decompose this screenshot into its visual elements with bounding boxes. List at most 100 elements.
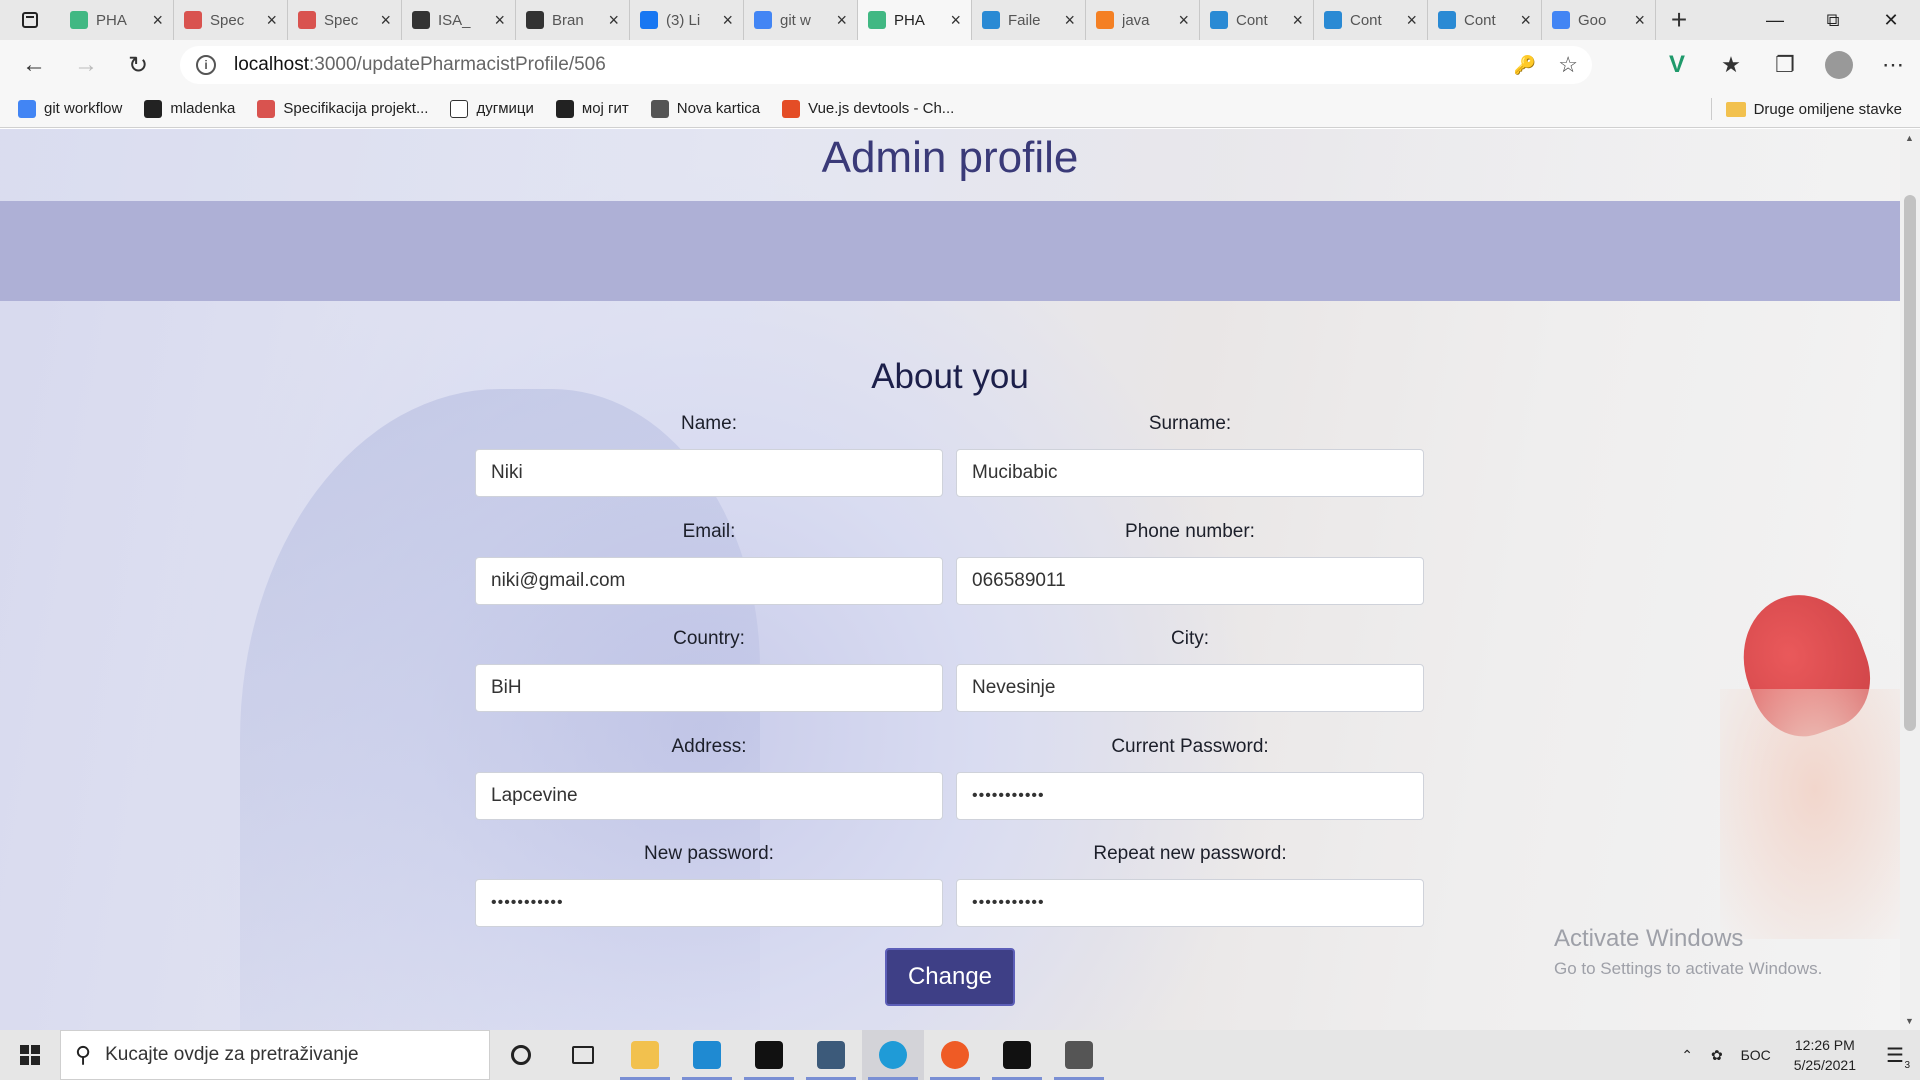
git-icon[interactable] xyxy=(1048,1030,1110,1080)
mysql-workbench-icon[interactable] xyxy=(800,1030,862,1080)
tab-actions-menu-icon[interactable] xyxy=(0,0,60,40)
browser-tab[interactable]: git w × xyxy=(744,0,858,40)
refresh-icon[interactable]: ↻ xyxy=(112,40,164,90)
browser-tab[interactable]: Bran × xyxy=(516,0,630,40)
close-window-icon[interactable]: ✕ xyxy=(1862,0,1920,40)
close-tab-icon[interactable]: × xyxy=(722,10,733,31)
new-tab-button[interactable]: + xyxy=(1656,0,1702,40)
settings-more-icon[interactable]: ⋯ xyxy=(1866,40,1920,90)
close-tab-icon[interactable]: × xyxy=(608,10,619,31)
close-tab-icon[interactable]: × xyxy=(1064,10,1075,31)
bookmark-item[interactable]: git workflow xyxy=(18,99,122,118)
bookmark-item[interactable]: дугмици xyxy=(450,99,534,118)
surname-label: Surname: xyxy=(1148,413,1232,434)
browser-tab[interactable]: Cont × xyxy=(1314,0,1428,40)
minimize-icon[interactable]: — xyxy=(1746,0,1804,40)
add-favorite-icon[interactable]: ☆ xyxy=(1558,52,1578,78)
bookmark-label: mladenka xyxy=(170,100,236,117)
notifications-icon[interactable]: ☰ 3 xyxy=(1870,1030,1920,1080)
language-indicator[interactable]: БОС xyxy=(1732,1047,1780,1063)
bookmark-label: дугмици xyxy=(476,100,534,117)
vue-devtools-icon[interactable]: V xyxy=(1650,40,1704,90)
close-tab-icon[interactable]: × xyxy=(1292,10,1303,31)
page-viewport: Admin profile About you Name: Surname: N… xyxy=(0,129,1900,1030)
terminal-icon[interactable] xyxy=(986,1030,1048,1080)
file-explorer-icon[interactable] xyxy=(614,1030,676,1080)
change-button[interactable]: Change xyxy=(885,948,1015,1006)
country-input[interactable]: BiH xyxy=(475,664,943,712)
bookmark-item[interactable]: Vue.js devtools - Ch... xyxy=(782,99,954,118)
close-tab-icon[interactable]: × xyxy=(152,10,163,31)
key-icon[interactable]: 🔑 xyxy=(1514,55,1536,76)
close-tab-icon[interactable]: × xyxy=(1178,10,1189,31)
favorites-icon[interactable]: ★ xyxy=(1704,40,1758,90)
address-input[interactable]: Lapcevine xyxy=(475,772,943,820)
vscode-icon[interactable] xyxy=(676,1030,738,1080)
scroll-thumb[interactable] xyxy=(1904,195,1916,731)
browser-tab[interactable]: (3) Li × xyxy=(630,0,744,40)
show-hidden-icons[interactable]: ⌃ xyxy=(1672,1047,1702,1064)
close-tab-icon[interactable]: × xyxy=(836,10,847,31)
browser-tab[interactable]: Cont × xyxy=(1200,0,1314,40)
forward-icon[interactable]: → xyxy=(60,40,112,90)
current-password-label: Current Password: xyxy=(1111,736,1269,757)
close-tab-icon[interactable]: × xyxy=(1406,10,1417,31)
browser-tab[interactable]: Faile × xyxy=(972,0,1086,40)
task-view-icon[interactable] xyxy=(552,1030,614,1080)
browser-tab[interactable]: Goo × xyxy=(1542,0,1656,40)
cortana-icon[interactable] xyxy=(490,1030,552,1080)
taskbar-search[interactable]: ⚲ Kucajte ovdje za pretraživanje xyxy=(60,1030,490,1080)
window-controls: — ⧉ ✕ xyxy=(1746,0,1920,40)
newtab-icon xyxy=(650,99,669,118)
browser-tab[interactable]: PHA × xyxy=(60,0,174,40)
browser-tab[interactable]: Cont × xyxy=(1428,0,1542,40)
pdf-icon xyxy=(257,99,276,118)
start-button[interactable] xyxy=(0,1030,60,1080)
email-input[interactable]: niki@gmail.com xyxy=(475,557,943,605)
close-tab-icon[interactable]: × xyxy=(1634,10,1645,31)
scroll-down-icon[interactable]: ▼ xyxy=(1905,1016,1914,1026)
terminal-icon-glyph xyxy=(1003,1041,1031,1069)
surname-input[interactable]: Mucibabic xyxy=(956,449,1424,497)
bookmark-item[interactable]: мој гит xyxy=(555,99,629,118)
clock[interactable]: 12:26 PM 5/25/2021 xyxy=(1780,1035,1870,1075)
intellij-icon[interactable] xyxy=(738,1030,800,1080)
current-password-input[interactable]: ••••••••••• xyxy=(956,772,1424,820)
back-icon[interactable]: ← xyxy=(8,40,60,90)
profile-avatar[interactable] xyxy=(1812,40,1866,90)
wifi-icon[interactable]: ✿ xyxy=(1702,1047,1732,1064)
page-scrollbar[interactable]: ▲ ▼ xyxy=(1900,129,1920,1030)
bookmark-item[interactable]: Specifikacija projekt... xyxy=(257,99,428,118)
docs-icon xyxy=(18,99,36,118)
other-bookmarks[interactable]: Druge omiljene stavke xyxy=(1725,90,1902,128)
browser-tab[interactable]: java × xyxy=(1086,0,1200,40)
address-bar[interactable]: i localhost:3000/updatePharmacistProfile… xyxy=(180,46,1592,84)
bing-icon xyxy=(982,11,1000,29)
close-tab-icon[interactable]: × xyxy=(1520,10,1531,31)
new-password-input[interactable]: ••••••••••• xyxy=(475,879,943,927)
tab-title: Bran xyxy=(552,11,584,29)
scroll-up-icon[interactable]: ▲ xyxy=(1905,133,1914,143)
browser-tab[interactable]: Spec × xyxy=(174,0,288,40)
restore-icon[interactable]: ⧉ xyxy=(1804,0,1862,40)
browser-tab[interactable]: Spec × xyxy=(288,0,402,40)
browser-tab[interactable]: PHA × xyxy=(858,0,972,40)
city-input[interactable]: Nevesinje xyxy=(956,664,1424,712)
close-tab-icon[interactable]: × xyxy=(380,10,391,31)
repeat-password-input[interactable]: ••••••••••• xyxy=(956,879,1424,927)
bookmark-item[interactable]: Nova kartica xyxy=(650,99,760,118)
tab-title: git w xyxy=(780,11,811,29)
postman-icon[interactable] xyxy=(924,1030,986,1080)
phone-input[interactable]: 066589011 xyxy=(956,557,1424,605)
browser-tab[interactable]: ISA_ × xyxy=(402,0,516,40)
bookmark-item[interactable]: mladenka xyxy=(144,99,236,118)
edge-icon[interactable] xyxy=(862,1030,924,1080)
collections-icon[interactable]: ❐ xyxy=(1758,40,1812,90)
search-icon: ⚲ xyxy=(75,1042,92,1067)
close-tab-icon[interactable]: × xyxy=(494,10,505,31)
close-tab-icon[interactable]: × xyxy=(950,10,961,31)
vue-icon xyxy=(70,11,88,29)
close-tab-icon[interactable]: × xyxy=(266,10,277,31)
site-info-icon[interactable]: i xyxy=(196,55,216,75)
name-input[interactable]: Niki xyxy=(475,449,943,497)
